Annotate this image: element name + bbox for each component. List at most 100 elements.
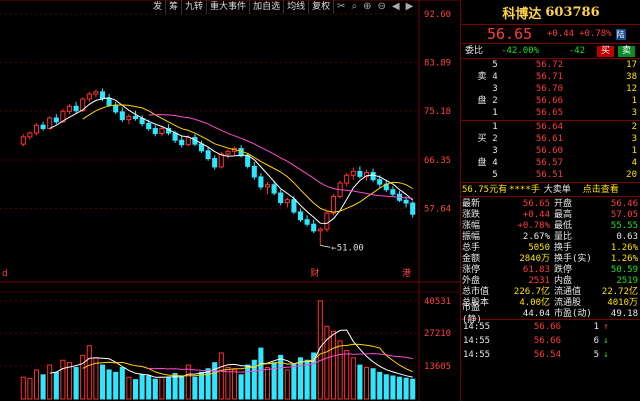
tick-arrow-icon: ↓	[603, 350, 609, 360]
weibi-row: 委比 -42.00% -42 买 卖	[461, 43, 640, 58]
stock-code: 603786	[545, 4, 600, 20]
price-change-pct: +0.78%	[579, 29, 612, 39]
scissors-icon[interactable]: ✂	[334, 0, 348, 14]
order-price: 56.70	[535, 84, 563, 94]
candle-body	[278, 192, 284, 204]
buy_orders-row[interactable]: 5 56.51 20	[461, 169, 640, 181]
order-volume: 3	[631, 108, 637, 118]
order-volume: 38	[626, 72, 637, 82]
volume-bar	[238, 374, 244, 400]
stat-row: 市盈(静) 44.04 市盈(动) 49.18	[461, 303, 640, 325]
bottom-mark-financial: 财	[310, 267, 319, 279]
candle-body	[330, 195, 337, 214]
order-level: 4	[492, 158, 498, 168]
toolbar-btn-fa[interactable]: 发	[150, 0, 167, 14]
price-tick-label: 75.18	[424, 107, 451, 117]
sell-button[interactable]: 卖	[618, 45, 636, 57]
left-arrow-icon[interactable]: ◀	[389, 0, 403, 14]
tick-price: 56.66	[533, 322, 561, 332]
candle-body	[172, 132, 178, 141]
volume-bar	[60, 359, 66, 400]
promo-link[interactable]: 点击查看	[583, 184, 619, 196]
order-level: 1	[492, 122, 498, 132]
price-tick-label: 83.89	[424, 58, 451, 68]
toolbar-btn-chou[interactable]: 筹	[166, 0, 183, 14]
candle-body	[53, 117, 59, 123]
sell_orders-row[interactable]: 5 56.72 17	[461, 59, 640, 71]
volume-bar	[324, 325, 330, 400]
low-marker-line	[320, 244, 331, 248]
order-volume: 4	[631, 158, 637, 168]
volume-bar	[20, 376, 26, 400]
search-icon[interactable]: ⌕	[349, 0, 361, 14]
toolbar-btn-add-watchlist[interactable]: 加自选	[250, 0, 285, 14]
sell_orders-row[interactable]: 卖 4 56.71 38	[461, 71, 640, 83]
volume-bar	[73, 367, 79, 400]
buy_orders-row[interactable]: 3 56.60 1	[461, 145, 640, 157]
buy_orders-row[interactable]: 买 2 56.61 3	[461, 133, 640, 145]
volume-bar	[403, 377, 409, 400]
buy_orders-row[interactable]: 1 56.64 2	[461, 121, 640, 133]
candle-body	[251, 165, 257, 178]
sell_orders-row[interactable]: 3 56.70 12	[461, 83, 640, 95]
stat-row: 总手 5050 换手 1.26%	[461, 242, 640, 253]
price-tick-label: 92.60	[424, 10, 451, 20]
sell_orders-row[interactable]: 1 56.65 3	[461, 107, 640, 119]
order-level: 3	[492, 84, 498, 94]
buy-button[interactable]: 买	[597, 45, 615, 57]
candle-body	[33, 124, 40, 134]
volume-bar	[198, 371, 205, 400]
volume-bar	[330, 330, 337, 400]
volume-bar	[205, 368, 211, 400]
candle-body	[185, 136, 191, 146]
sell_orders-row[interactable]: 盘 2 56.66 1	[461, 95, 640, 107]
volume-bar	[40, 374, 46, 400]
candle-body	[370, 171, 376, 181]
stat-value: 49.18	[610, 308, 638, 319]
candle-body	[324, 212, 330, 230]
volume-bar	[410, 378, 416, 400]
order-volume: 1	[631, 146, 637, 156]
order-price: 56.51	[535, 170, 563, 180]
stat-label: 市盈(动)	[554, 308, 592, 319]
volume-tick-label: 27210	[424, 329, 451, 339]
weibi-diff: -42	[568, 46, 585, 56]
candle-body	[126, 115, 132, 121]
order-price: 56.64	[535, 122, 563, 132]
buy_orders-row[interactable]: 盘 4 56.57 4	[461, 157, 640, 169]
price-tick-label: 66.35	[424, 156, 451, 166]
magnify-minus-icon[interactable]: ⊖	[375, 0, 389, 14]
stat-row: 涨幅 +0.78% 最低 55.55	[461, 220, 640, 231]
right-arrow-icon[interactable]: ▶	[403, 0, 417, 14]
toolbar-btn-jiuzhuan[interactable]: 九转	[182, 0, 208, 14]
tick-row: 14:55 56.66 1 ↑	[461, 320, 640, 334]
promo-tag: 大卖单	[543, 184, 571, 195]
toolbar-btn-ma[interactable]: 均线	[284, 0, 310, 14]
candle-body	[212, 158, 218, 168]
stat-row: 外盘 2531 内盘 2519	[461, 275, 640, 286]
quote-panel: 科博达 603786 56.65 +0.44 +0.78% 陆 委比 -42.0…	[460, 0, 640, 401]
order-price: 56.65	[535, 108, 563, 118]
volume-bar	[363, 367, 370, 400]
tick-time: 14:55	[463, 336, 491, 346]
magnify-plus-icon[interactable]: ⊕	[360, 0, 374, 14]
candle-body	[73, 105, 79, 112]
toolbar-btn-major-events[interactable]: 重大事件	[207, 0, 251, 14]
kline-chart[interactable]: 92.60 83.89 75.18 66.35 57.64 40531 27210 13605…	[0, 0, 460, 401]
candle-body	[350, 170, 356, 176]
side-char: 盘	[477, 96, 487, 106]
toolbar-btn-adjust[interactable]: 复权	[309, 0, 335, 14]
candle-body	[225, 150, 231, 155]
order-price: 56.71	[535, 72, 563, 82]
side-char: 盘	[477, 158, 487, 168]
volume-bar	[179, 376, 185, 400]
order-level: 5	[492, 170, 498, 180]
volume-bar	[383, 374, 389, 400]
tick-volume: 5	[593, 350, 599, 360]
order-price: 56.60	[535, 146, 563, 156]
current-price: 56.65	[487, 25, 533, 43]
candle-body	[218, 153, 224, 168]
volume-bar	[152, 378, 158, 400]
volume-tick-label: 13605	[424, 362, 451, 372]
volume-bar	[304, 359, 310, 400]
